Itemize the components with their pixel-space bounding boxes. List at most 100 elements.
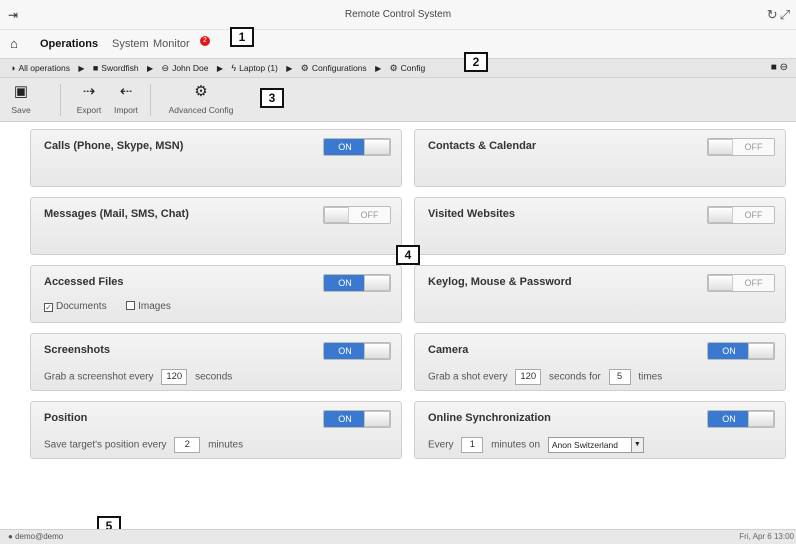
advanced-config-label: Advanced Config [168,105,234,115]
panel-title: Keylog, Mouse & Password [428,276,572,288]
screenshot-interval-input[interactable]: 120 [161,369,188,385]
toggle-on-label: ON [324,275,366,291]
callout-3: 3 [260,88,284,108]
toggle-off-label: OFF [732,207,774,223]
toggle-knob [708,275,734,291]
panel-title: Visited Websites [428,208,516,220]
panel-title: Screenshots [44,344,111,356]
panel-messages: Messages (Mail, SMS, Chat) OFF [30,197,402,255]
nav-operations[interactable]: Operations [40,38,98,50]
import-button[interactable]: ⇠ Import [111,82,141,115]
panel-contacts: Contacts & Calendar OFF [414,129,786,187]
status-bar: ● demo@demo Fri, Apr 6 13:00 [0,529,796,544]
user-name: demo@demo [15,532,64,541]
chevron-right-icon: ▶ [78,64,85,73]
messages-toggle[interactable]: OFF [323,206,391,224]
toggle-knob [364,139,390,155]
sync-toggle[interactable]: ON [707,410,775,428]
crumb-operation[interactable]: Swordfish [101,63,138,73]
panel-calls: Calls (Phone, Skype, MSN) ON [30,129,402,187]
chevron-right-icon: ▶ [375,64,382,73]
position-settings: Save target's position every 2 minutes [44,437,243,453]
callout-4: 4 [396,245,420,265]
sync-server-value: Anon Switzerland [551,440,618,450]
camera-suffix: times [638,371,663,383]
refresh-icon[interactable]: ↻ [767,7,780,22]
main-nav: ⌂ Operations System Monitor 2 1 [0,27,796,58]
position-interval-input[interactable]: 2 [174,437,201,453]
sync-server-select[interactable]: Anon Switzerland ▼ [547,437,644,453]
images-checkbox[interactable] [126,301,136,310]
home-icon[interactable]: ⌂ [10,36,18,51]
window-title: Remote Control System [344,9,452,20]
camera-toggle[interactable]: ON [707,342,775,360]
save-label: Save [11,105,31,115]
camera-times-input[interactable]: 5 [608,369,631,385]
sync-prefix: Every [428,439,454,451]
toggle-knob [324,207,350,223]
keylog-toggle[interactable]: OFF [707,274,775,292]
crumb-configurations[interactable]: Configurations [312,63,367,73]
nav-monitor[interactable]: Monitor [153,38,190,50]
panel-title: Position [44,412,88,424]
panel-keylog: Keylog, Mouse & Password OFF [414,265,786,323]
camera-middle: seconds for [549,371,601,383]
documents-label: Documents [56,301,107,312]
toolbar-divider [150,84,151,116]
camera-interval-input[interactable]: 120 [515,369,542,385]
panel-websites: Visited Websites OFF [414,197,786,255]
export-label: Export [76,105,102,115]
toggle-off-label: OFF [732,139,774,155]
title-bar: ⇥ Remote Control System ↻⤢ [0,0,796,30]
panel-screenshots: Screenshots ON Grab a screenshot every 1… [30,333,402,391]
sync-interval-input[interactable]: 1 [461,437,484,453]
screenshot-settings: Grab a screenshot every 120 seconds [44,369,232,385]
websites-toggle[interactable]: OFF [707,206,775,224]
gears-icon: ⚙ [194,83,208,100]
panel-title: Online Synchronization [428,412,551,424]
advanced-config-button[interactable]: ⚙ Advanced Config [166,82,236,115]
toggle-knob [708,139,734,155]
chevron-right-icon: ▶ [147,64,154,73]
toggle-knob [748,411,774,427]
panel-position: Position ON Save target's position every… [30,401,402,459]
crumb-all-operations[interactable]: All operations [18,63,70,73]
config-content: Calls (Phone, Skype, MSN) ON Contacts & … [0,122,796,522]
target-icon[interactable]: ⊖ [780,62,788,73]
toggle-knob [364,411,390,427]
contacts-toggle[interactable]: OFF [707,138,775,156]
operation-icon[interactable]: ■ [771,62,777,73]
panel-title: Accessed Files [44,276,124,288]
fullscreen-icon[interactable]: ⤢ [780,7,792,22]
documents-checkbox[interactable]: ✓ [44,303,53,312]
screenshots-toggle[interactable]: ON [323,342,391,360]
camera-prefix: Grab a shot every [428,371,508,383]
export-button[interactable]: ⇢ Export [75,82,103,115]
gear-icon: ⚙ [389,63,398,73]
nav-system[interactable]: System [112,38,149,50]
status-time: Fri, Apr 6 13:00 [739,532,794,541]
crumb-agent[interactable]: Laptop (1) [239,63,278,73]
floppy-icon: ▣ [13,83,29,100]
calls-toggle[interactable]: ON [323,138,391,156]
save-button[interactable]: ▣ Save [10,82,32,115]
position-prefix: Save target's position every [44,439,167,451]
callout-2: 2 [464,52,488,72]
crumb-config[interactable]: Config [401,63,426,73]
panel-camera: Camera ON Grab a shot every 120 seconds … [414,333,786,391]
files-toggle[interactable]: ON [323,274,391,292]
position-suffix: minutes [208,439,244,451]
position-toggle[interactable]: ON [323,410,391,428]
panel-title: Camera [428,344,469,356]
images-label: Images [138,301,171,312]
screenshot-prefix: Grab a screenshot every [44,371,154,383]
target-icon: ⊖ [161,63,170,73]
toggle-knob [364,275,390,291]
crumb-target[interactable]: John Doe [172,63,208,73]
panel-files: Accessed Files ON ✓ Documents Images [30,265,402,323]
monitor-badge: 2 [200,36,210,46]
import-icon: ⇠ [119,83,133,100]
breadcrumb: ◑ All operations ▶ ■ Swordfish ▶ ⊖ John Doe… [0,52,796,78]
user-icon: ● [8,532,13,541]
panel-title: Messages (Mail, SMS, Chat) [44,208,189,220]
